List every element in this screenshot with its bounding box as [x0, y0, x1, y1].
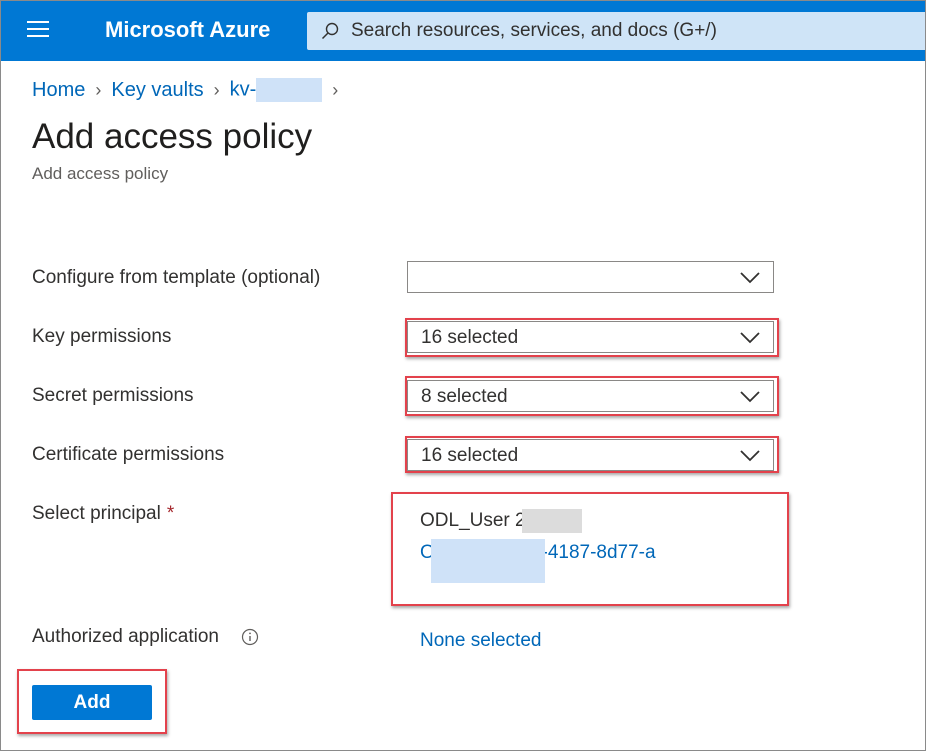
select-principal-text: Select principal [32, 503, 161, 524]
chevron-down-icon [740, 332, 760, 344]
portal-window: Microsoft Azure Home › Key vaults › kv- … [0, 0, 926, 751]
breadcrumb-key-vaults[interactable]: Key vaults [111, 79, 203, 102]
principal-name-text: ODL_User 2 [420, 510, 526, 532]
info-icon[interactable] [241, 628, 259, 646]
key-permissions-value: 16 selected [421, 327, 519, 348]
key-permissions-dropdown[interactable]: 16 selected [407, 321, 774, 353]
chevron-down-icon [740, 450, 760, 462]
chevron-down-icon [740, 272, 760, 284]
chevron-right-icon: › [332, 79, 339, 100]
global-search-box[interactable] [307, 12, 925, 50]
breadcrumb: Home › Key vaults › kv- › [32, 77, 348, 103]
template-label: Configure from template (optional) [32, 267, 321, 288]
vault-name-prefix: kv- [229, 78, 257, 101]
authorized-application-link[interactable]: None selected [420, 630, 541, 652]
redacted-block [431, 539, 545, 583]
top-navigation-bar: Microsoft Azure [1, 1, 925, 61]
certificate-permissions-dropdown[interactable]: 16 selected [407, 439, 774, 471]
certificate-permissions-label: Certificate permissions [32, 444, 225, 465]
brand-title[interactable]: Microsoft Azure [105, 17, 270, 43]
secret-permissions-value: 8 selected [421, 386, 508, 407]
search-input[interactable] [351, 12, 911, 50]
breadcrumb-key-vault[interactable]: kv- [230, 78, 323, 102]
chevron-right-icon: › [213, 79, 220, 100]
select-principal-label: Select principal * [32, 503, 174, 525]
hamburger-menu-icon[interactable] [27, 21, 49, 39]
secret-permissions-dropdown[interactable]: 8 selected [407, 380, 774, 412]
page-title: Add access policy [32, 117, 313, 156]
redacted-block [256, 78, 323, 102]
key-permissions-label: Key permissions [32, 326, 172, 347]
breadcrumb-home[interactable]: Home [32, 79, 85, 102]
certificate-permissions-value: 16 selected [421, 445, 519, 466]
chevron-right-icon: › [95, 79, 102, 100]
secret-permissions-label: Secret permissions [32, 385, 194, 406]
required-indicator: * [166, 503, 175, 524]
authorized-application-label: Authorized application [32, 626, 219, 647]
chevron-down-icon [740, 391, 760, 403]
template-dropdown[interactable] [407, 261, 774, 293]
page-subtitle: Add access policy [32, 164, 169, 183]
add-button[interactable]: Add [32, 685, 152, 720]
redacted-block [521, 509, 582, 533]
principal-name: ODL_User 2 [420, 509, 582, 533]
search-icon [321, 22, 339, 40]
